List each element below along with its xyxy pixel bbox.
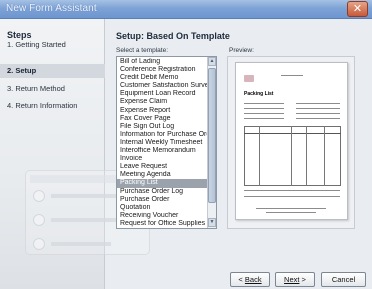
window-title: New Form Assistant: [6, 3, 97, 14]
next-button-label: Next: [284, 275, 300, 284]
template-list-item[interactable]: Meeting Agenda: [117, 171, 208, 179]
decorative-line: [51, 242, 111, 246]
template-list-item[interactable]: Purchase Order Log: [117, 188, 208, 196]
template-list-item[interactable]: Request for Office Supplies: [117, 220, 208, 228]
decorative-radio-icon: [33, 190, 45, 202]
scroll-up-icon[interactable]: ▲: [208, 57, 216, 66]
template-list-item[interactable]: Fax Cover Page: [117, 115, 208, 123]
page-title: Setup: Based On Template: [116, 31, 230, 41]
new-form-assistant-window: New Form Assistant ✕ Steps 1. Getting St…: [0, 0, 372, 289]
template-list-item[interactable]: Customer Satisfaction Survey: [117, 82, 208, 90]
template-list-item[interactable]: Information for Purchase Order: [117, 131, 208, 139]
template-list-item[interactable]: Quotation: [117, 204, 208, 212]
back-button[interactable]: < Back: [230, 272, 270, 287]
listbox-scrollbar[interactable]: ▲ ▼: [207, 57, 216, 228]
template-list-item[interactable]: Receiving Voucher: [117, 212, 208, 220]
template-list-item[interactable]: Expense Report: [117, 107, 208, 115]
scroll-thumb[interactable]: [208, 68, 216, 203]
title-bar: New Form Assistant ✕: [0, 0, 372, 19]
select-template-label: Select a template:: [116, 47, 169, 54]
template-list-item[interactable]: Internal Weekly Timesheet: [117, 139, 208, 147]
template-list-item[interactable]: Interoffice Memorandum: [117, 147, 208, 155]
back-button-label: Back: [244, 275, 262, 284]
decorative-radio-icon: [33, 214, 45, 226]
template-list-item[interactable]: Invoice: [117, 155, 208, 163]
template-list-item[interactable]: Leave Request: [117, 163, 208, 171]
cancel-button[interactable]: Cancel: [321, 272, 366, 287]
template-list-item[interactable]: Equipment Loan Record: [117, 90, 208, 98]
step-getting-started[interactable]: 1. Getting Started: [0, 38, 105, 52]
template-list-item[interactable]: Purchase Order: [117, 196, 208, 204]
step-return-information[interactable]: 4. Return Information: [0, 99, 105, 113]
template-list-item[interactable]: Packing List: [117, 179, 208, 188]
scroll-down-icon[interactable]: ▼: [208, 218, 216, 227]
template-list-item[interactable]: Vacation Log: [117, 228, 208, 229]
template-list-item[interactable]: Expense Claim: [117, 98, 208, 106]
step-return-method[interactable]: 3. Return Method: [0, 82, 105, 96]
template-list-item[interactable]: Conference Registration: [117, 66, 208, 74]
preview-document-heading: Packing List: [244, 91, 274, 97]
step-setup[interactable]: 2. Setup: [0, 64, 105, 78]
document-logo-icon: [244, 75, 254, 82]
next-button[interactable]: Next >: [275, 272, 315, 287]
template-list-item[interactable]: File Sign Out Log: [117, 123, 208, 131]
template-list: Bill of Lading Conference Registration Cre…: [117, 58, 208, 229]
decorative-radio-icon: [33, 238, 45, 250]
template-list-item[interactable]: Credit Debit Memo: [117, 74, 208, 82]
close-button[interactable]: ✕: [347, 1, 368, 17]
decorative-line: [51, 194, 121, 198]
template-listbox[interactable]: Bill of Lading Conference Registration Cre…: [116, 56, 217, 229]
template-list-item[interactable]: Bill of Lading: [117, 58, 208, 66]
preview-label: Preview:: [229, 47, 254, 54]
packing-list-preview-document: Packing List: [235, 62, 348, 220]
